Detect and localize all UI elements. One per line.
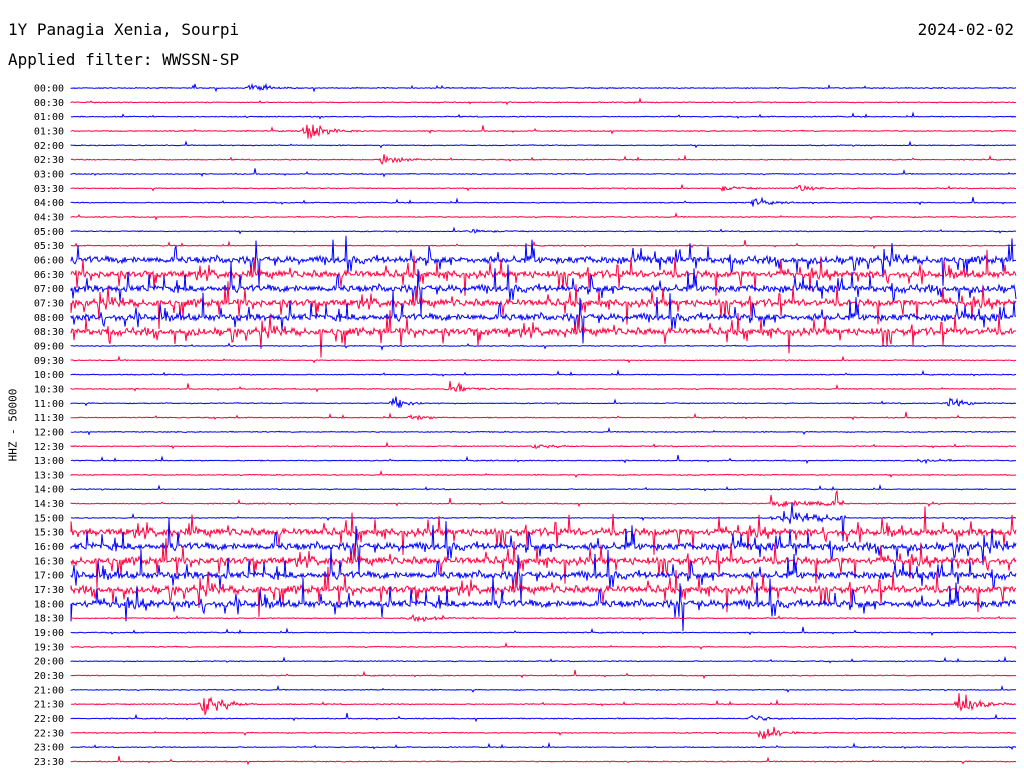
trace-line (70, 641, 1017, 650)
time-tick-label: 01:00 (34, 112, 64, 123)
trace-line (70, 369, 1016, 377)
time-tick-label: 02:30 (34, 155, 64, 166)
trace-line (70, 226, 1017, 235)
time-tick-label: 21:00 (34, 685, 64, 696)
time-tick-label: 14:30 (34, 499, 64, 510)
trace-line (70, 575, 1017, 632)
trace-line (70, 290, 1016, 344)
trace-line (70, 755, 1017, 766)
trace-line (70, 546, 1017, 603)
trace-line (70, 124, 1017, 140)
trace-line (70, 261, 1017, 315)
time-tick-label: 03:00 (34, 169, 64, 180)
time-tick-label: 23:30 (34, 757, 64, 768)
time-tick-label: 09:30 (34, 356, 64, 367)
trace-line (70, 355, 1017, 364)
time-tick-label: 12:30 (34, 442, 64, 453)
trace-line (70, 212, 1017, 221)
trace-line (70, 97, 1017, 106)
trace-line (70, 741, 1017, 751)
time-tick-label: 21:30 (34, 700, 64, 711)
time-tick-label: 19:30 (34, 642, 64, 653)
time-tick-label: 07:30 (34, 298, 64, 309)
trace-line (70, 626, 1017, 637)
time-tick-label: 01:30 (34, 126, 64, 137)
time-tick-label: 16:30 (34, 556, 64, 567)
trace-line (70, 684, 1017, 693)
time-tick-label: 06:00 (34, 255, 64, 266)
trace-line (70, 168, 1017, 178)
time-tick-label: 08:30 (34, 327, 64, 338)
time-tick-label: 10:00 (34, 370, 64, 381)
time-tick-label: 14:00 (34, 485, 64, 496)
trace-line (70, 411, 1016, 422)
time-tick-label: 03:30 (34, 184, 64, 195)
time-tick-label: 08:00 (34, 313, 64, 324)
time-tick-label: 13:00 (34, 456, 64, 467)
helicorder-plot: 00:00 00:30 01:00 01:30 02:00 02:30 03:00 03:30… (34, 82, 1017, 768)
trace-line (70, 342, 1016, 351)
time-tick-label: 09:00 (34, 341, 64, 352)
time-tick-label: 00:30 (34, 98, 64, 109)
trace-line (70, 441, 1017, 450)
trace-line (70, 469, 1017, 479)
time-tick-label: 12:00 (34, 427, 64, 438)
time-tick-label: 04:30 (34, 212, 64, 223)
time-tick-label: 11:30 (34, 413, 64, 424)
trace-line (70, 82, 1017, 93)
trace-line (70, 614, 1016, 623)
trace-line (70, 396, 1017, 409)
trace-line (70, 726, 1017, 739)
trace-line (70, 183, 1016, 192)
trace-line (70, 712, 1017, 723)
time-tick-label: 07:00 (34, 284, 64, 295)
time-tick-label: 16:00 (34, 542, 64, 553)
time-tick-label: 11:00 (34, 399, 64, 410)
trace-line (70, 454, 1017, 465)
time-tick-label: 13:30 (34, 470, 64, 481)
time-tick-label: 17:30 (34, 585, 64, 596)
time-tick-label: 02:00 (34, 141, 64, 152)
time-tick-label: 22:30 (34, 728, 64, 739)
trace-line (70, 380, 1017, 393)
time-tick-label: 20:00 (34, 657, 64, 668)
trace-line (70, 111, 1017, 120)
trace-line (70, 655, 1016, 664)
time-tick-label: 23:00 (34, 743, 64, 754)
trace-line (70, 489, 1017, 508)
time-tick-label: 15:30 (34, 528, 64, 539)
trace-line (70, 140, 1017, 149)
time-tick-label: 05:00 (34, 227, 64, 238)
trace-line (70, 426, 1017, 436)
trace-line (70, 154, 1017, 165)
time-tick-label: 04:00 (34, 198, 64, 209)
trace-line (70, 235, 1017, 287)
trace-line (70, 518, 1017, 574)
time-tick-label: 22:00 (34, 714, 64, 725)
time-tick-label: 19:00 (34, 628, 64, 639)
time-tick-label: 05:30 (34, 241, 64, 252)
trace-line (70, 196, 1017, 207)
trace-line (70, 483, 1017, 492)
time-tick-label: 18:30 (34, 614, 64, 625)
time-tick-label: 06:30 (34, 270, 64, 281)
time-tick-label: 15:00 (34, 513, 64, 524)
time-tick-label: 20:30 (34, 671, 64, 682)
time-tick-label: 10:30 (34, 384, 64, 395)
time-tick-label: 17:00 (34, 571, 64, 582)
trace-line (70, 240, 1017, 250)
time-tick-label: 18:00 (34, 599, 64, 610)
trace-line (70, 693, 1017, 715)
time-tick-label: 00:00 (34, 84, 64, 95)
trace-line (70, 669, 1017, 680)
